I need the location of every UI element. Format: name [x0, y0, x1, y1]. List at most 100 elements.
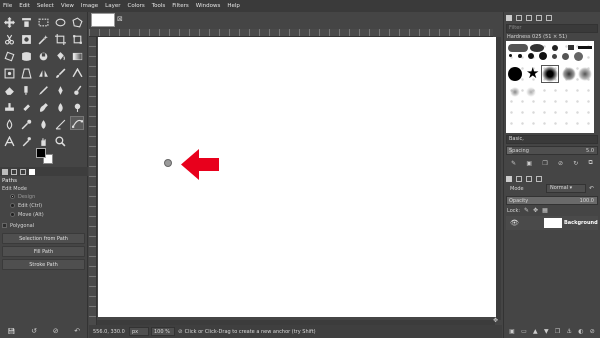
fonts-tab-icon[interactable]: [526, 14, 532, 21]
fill-path-button[interactable]: Fill Path: [2, 246, 85, 257]
lock-position-icon[interactable]: ✥: [533, 207, 538, 214]
fuzzy-select-icon[interactable]: [36, 32, 50, 46]
menu-file[interactable]: File: [3, 0, 12, 12]
scissors-icon[interactable]: [2, 32, 16, 46]
unified-transform-icon[interactable]: [70, 32, 84, 46]
layer-visibility-eye-icon[interactable]: 👁︎: [510, 219, 519, 227]
brush-tag-input[interactable]: Basic,: [506, 135, 598, 144]
text-fill-icon[interactable]: [70, 66, 84, 80]
brush-preset[interactable]: [562, 53, 569, 60]
lower-layer-icon[interactable]: ▼: [544, 328, 549, 335]
refresh-brushes-icon[interactable]: ↻: [573, 160, 578, 167]
measure-icon[interactable]: [53, 117, 67, 131]
brush-preset[interactable]: [508, 67, 522, 81]
text-tool-icon[interactable]: [2, 134, 16, 148]
undo-history-tab-icon[interactable]: [20, 168, 26, 175]
selected-brush-preset[interactable]: [541, 65, 559, 83]
paths-tab-icon[interactable]: [526, 175, 532, 182]
open-as-image-icon[interactable]: ⧉: [589, 159, 593, 167]
zoom-select[interactable]: 100 %: [151, 327, 175, 336]
menu-help[interactable]: Help: [227, 0, 240, 12]
new-group-icon[interactable]: ▭: [521, 328, 527, 335]
perspective-icon[interactable]: [19, 66, 33, 80]
airbrush-icon[interactable]: [19, 83, 33, 97]
align-tool-icon[interactable]: [19, 15, 33, 29]
duplicate-brush-icon[interactable]: ❐: [542, 160, 547, 167]
menu-filters[interactable]: Filters: [172, 0, 189, 12]
heal-tool-icon[interactable]: [19, 100, 33, 114]
patterns-tab-icon[interactable]: [516, 14, 522, 21]
hand-tool-icon[interactable]: [36, 134, 50, 148]
ellipse-select-icon[interactable]: [53, 15, 67, 29]
brush-preset[interactable]: [552, 54, 557, 59]
new-brush-icon[interactable]: ▣: [526, 160, 532, 167]
foreground-select-icon[interactable]: [19, 32, 33, 46]
channels-tab-icon[interactable]: [516, 175, 522, 182]
paintbrush-icon[interactable]: [53, 66, 67, 80]
document-history-tab-icon[interactable]: [536, 14, 542, 21]
tool-options-tab-icon[interactable]: [2, 168, 8, 175]
menu-view[interactable]: View: [61, 0, 74, 12]
pencil-icon[interactable]: [36, 83, 50, 97]
menu-tools[interactable]: Tools: [152, 0, 166, 12]
layer-mode-select[interactable]: Normal ▾: [546, 184, 586, 193]
warp-transform-icon[interactable]: [19, 49, 33, 63]
menu-edit[interactable]: Edit: [19, 0, 30, 12]
color-picker-2-icon[interactable]: [19, 134, 33, 148]
brush-preset[interactable]: [509, 54, 512, 57]
layer-row[interactable]: 👁︎ Background: [506, 216, 598, 230]
unit-select[interactable]: px: [129, 327, 149, 336]
foreground-color-swatch[interactable]: [36, 148, 46, 158]
layers-tab-icon[interactable]: [506, 175, 512, 182]
gradient-tool-icon[interactable]: [70, 49, 84, 63]
brush-preset[interactable]: [578, 67, 592, 81]
bucket-fill-icon[interactable]: [53, 49, 67, 63]
mypaint-brush-icon[interactable]: [70, 83, 84, 97]
brush-preset[interactable]: [530, 44, 544, 52]
brush-grid[interactable]: ★: [506, 41, 594, 133]
image-tab-thumbnail[interactable]: [91, 13, 115, 27]
lock-pixels-icon[interactable]: ✎: [524, 207, 529, 214]
crop-tool-icon[interactable]: [53, 32, 67, 46]
brush-preset[interactable]: [508, 44, 528, 52]
brush-filter-input[interactable]: Filter: [506, 24, 598, 33]
brush-preset[interactable]: [539, 52, 547, 60]
device-status-tab-icon[interactable]: [11, 168, 17, 175]
images-tab-icon[interactable]: [29, 168, 35, 175]
delete-options-icon[interactable]: ⊘: [53, 327, 59, 335]
clone-stamp-icon[interactable]: [2, 100, 16, 114]
paths-tool-icon[interactable]: [70, 116, 84, 130]
menu-layer[interactable]: Layer: [105, 0, 120, 12]
save-options-icon[interactable]: 💾︎: [8, 328, 16, 335]
mode-move-radio[interactable]: [10, 212, 15, 217]
brushes-tab-icon[interactable]: [506, 14, 512, 21]
raise-layer-icon[interactable]: ▲: [533, 328, 538, 335]
mode-design-radio[interactable]: [10, 194, 15, 199]
menu-windows[interactable]: Windows: [196, 0, 221, 12]
star-brush-icon[interactable]: ★: [526, 66, 539, 81]
brush-preset[interactable]: [510, 87, 520, 97]
path-anchor-point[interactable]: [164, 159, 172, 167]
menu-image[interactable]: Image: [81, 0, 98, 12]
dodge-burn-icon[interactable]: [70, 100, 84, 114]
rect-select-icon[interactable]: [36, 15, 50, 29]
close-image-tab-icon[interactable]: ⊠: [117, 15, 123, 23]
cage-transform-icon[interactable]: [36, 49, 50, 63]
smudge-drop-icon[interactable]: [36, 117, 50, 131]
navigate-icon[interactable]: ✥: [493, 317, 501, 325]
smudge-icon[interactable]: [36, 100, 50, 114]
desaturate-icon[interactable]: [2, 117, 16, 131]
new-layer-icon[interactable]: ▣: [509, 328, 515, 335]
menu-select[interactable]: Select: [37, 0, 54, 12]
brush-preset[interactable]: [574, 52, 583, 61]
brush-preset[interactable]: [552, 45, 558, 51]
brush-preset[interactable]: [578, 46, 592, 49]
brush-preset[interactable]: [528, 53, 534, 59]
mode-edit-radio[interactable]: [10, 203, 15, 208]
free-select-icon[interactable]: [70, 15, 84, 29]
reset-options-icon[interactable]: ↶: [74, 327, 80, 335]
mode-reset-icon[interactable]: ↶: [589, 185, 594, 192]
zoom-tool-icon[interactable]: [53, 134, 67, 148]
anchor-layer-icon[interactable]: ⚓︎: [567, 328, 572, 335]
move-tool-icon[interactable]: [2, 15, 16, 29]
